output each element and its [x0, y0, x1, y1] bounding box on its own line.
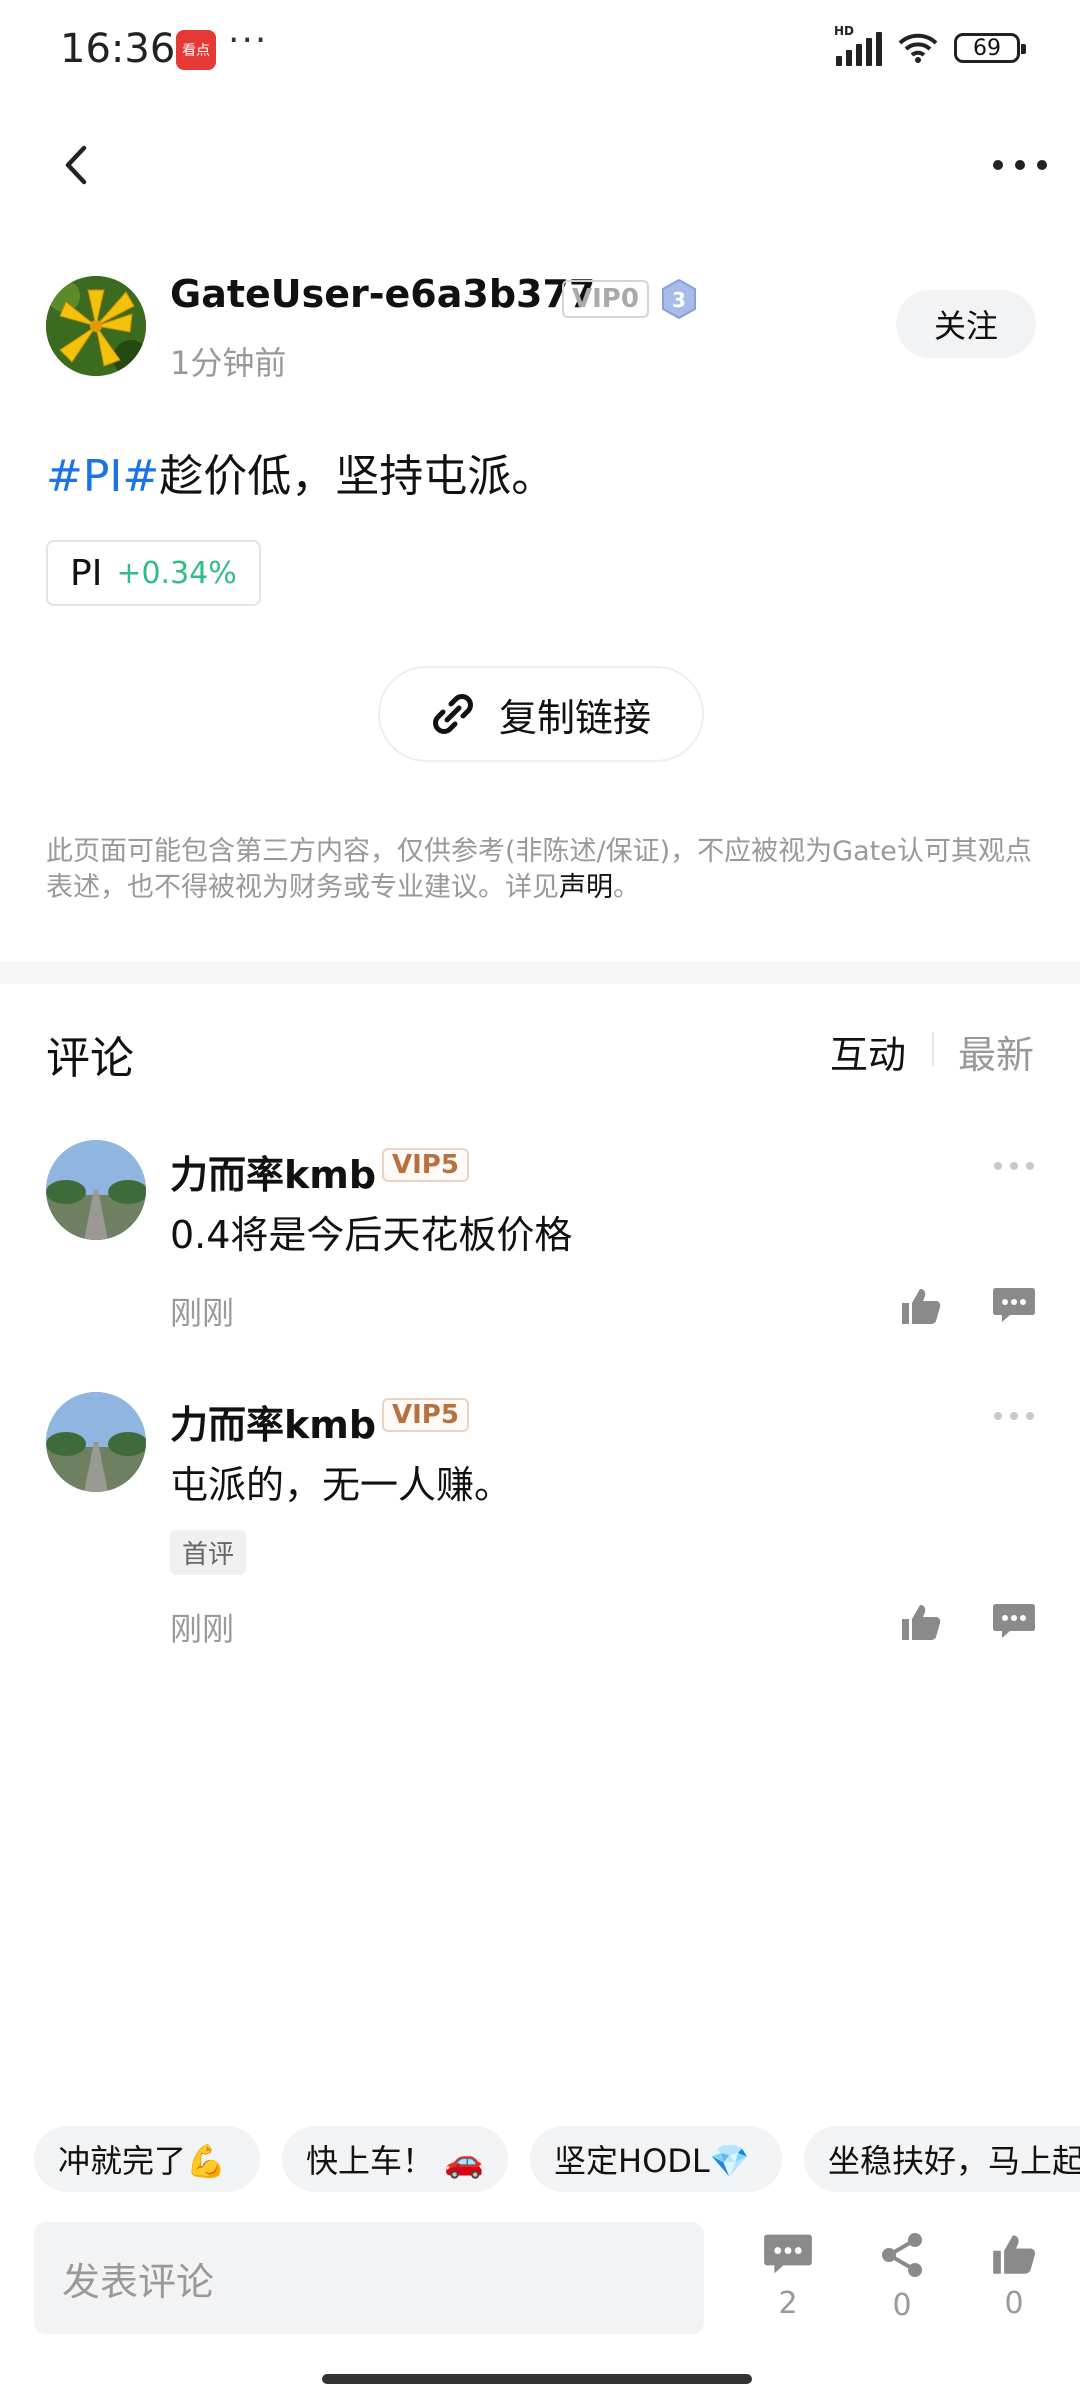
flower-avatar-image — [46, 276, 146, 376]
road-avatar-image — [46, 1392, 146, 1492]
first-comment-badge: 首评 — [170, 1530, 247, 1575]
coin-chip[interactable]: PI +0.34% — [46, 540, 261, 606]
post-time: 1分钟前 — [170, 344, 287, 382]
battery-icon: 69 — [954, 33, 1026, 63]
news-app-icon: 看点 — [176, 30, 216, 70]
share-count: 0 — [892, 2288, 912, 2323]
comments-title: 评论 — [46, 1033, 134, 1084]
topic-tag[interactable]: #PI# — [46, 451, 159, 502]
reply-icon[interactable] — [992, 1286, 1036, 1324]
quick-reply-chip[interactable]: 坚定HODL💎 — [530, 2126, 782, 2192]
share-button[interactable]: 0 — [862, 2232, 942, 2323]
wifi-icon — [898, 33, 938, 63]
tab-separator — [932, 1032, 934, 1066]
thumbs-up-icon[interactable] — [900, 1602, 942, 1642]
more-options-icon[interactable] — [990, 150, 1050, 180]
like-button[interactable]: 0 — [974, 2232, 1054, 2321]
comment-count-button[interactable]: 2 — [748, 2232, 828, 2321]
follow-button[interactable]: 关注 — [896, 290, 1036, 358]
link-icon — [433, 694, 473, 734]
disclaimer-end: 。 — [613, 872, 640, 903]
more-notifications-icon: ··· — [228, 20, 269, 61]
disclaimer-link[interactable]: 声明 — [559, 872, 613, 903]
level-badge-icon: 3 — [662, 278, 696, 320]
level-number: 3 — [672, 288, 686, 312]
commenter-avatar[interactable] — [46, 1392, 146, 1492]
commenter-name[interactable]: 力而率kmb — [170, 1394, 376, 1449]
thumbs-up-icon[interactable] — [900, 1286, 942, 1326]
battery-level: 69 — [973, 35, 1001, 61]
copy-link-label: 复制链接 — [498, 695, 651, 740]
road-avatar-image — [46, 1140, 146, 1240]
post-content: #PI#趁价低，坚持屯派。 — [46, 440, 555, 504]
home-indicator[interactable] — [322, 2374, 752, 2384]
vip-badge: VIP5 — [382, 1398, 469, 1432]
post-text: 趁价低，坚持屯派。 — [159, 451, 556, 502]
comment-text: 屯派的，无一人赚。 — [170, 1463, 513, 1507]
comment-time: 刚刚 — [170, 1610, 235, 1648]
copy-link-button[interactable]: 复制链接 — [378, 666, 704, 762]
signal-icon: HD — [834, 24, 882, 66]
quick-reply-chip[interactable]: 冲就完了💪 — [34, 2126, 260, 2192]
vip-badge: VIP0 — [562, 280, 649, 318]
status-time: 16:36 — [60, 26, 176, 72]
coin-change: +0.34% — [116, 555, 237, 591]
disclaimer-text: 此页面可能包含第三方内容，仅供参考(非陈述/保证)，不应被视为Gate认可其观点… — [46, 836, 1032, 903]
author-name[interactable]: GateUser-e6a3b377 — [170, 272, 595, 316]
reply-icon[interactable] — [992, 1602, 1036, 1640]
comment-icon — [764, 2234, 812, 2274]
comment-more-icon[interactable] — [992, 1410, 1036, 1422]
coin-symbol: PI — [70, 552, 103, 594]
section-divider — [0, 962, 1080, 984]
status-icons: HD 69 — [834, 24, 1026, 66]
back-button[interactable] — [52, 140, 102, 190]
share-icon — [882, 2233, 922, 2277]
quick-reply-chip[interactable]: 快上车！ 🚗 — [282, 2126, 508, 2192]
tab-latest[interactable]: 最新 — [958, 1024, 1034, 1079]
author-avatar[interactable] — [46, 276, 146, 376]
comment-more-icon[interactable] — [992, 1160, 1036, 1172]
comment-text: 0.4将是今后天花板价格 — [170, 1213, 573, 1257]
comment-input-placeholder: 发表评论 — [62, 2259, 215, 2304]
network-type: HD — [834, 24, 855, 38]
commenter-avatar[interactable] — [46, 1140, 146, 1240]
like-count: 0 — [1004, 2286, 1024, 2321]
thumbs-up-icon — [993, 2235, 1036, 2274]
quick-reply-chip[interactable]: 坐稳扶好，马上起 — [804, 2126, 1080, 2192]
commenter-name[interactable]: 力而率kmb — [170, 1144, 376, 1199]
comment-count: 2 — [778, 2286, 798, 2321]
comment-time: 刚刚 — [170, 1294, 235, 1332]
tab-interactive[interactable]: 互动 — [830, 1024, 906, 1079]
vip-badge: VIP5 — [382, 1148, 469, 1182]
comment-input[interactable]: 发表评论 — [34, 2222, 704, 2334]
disclaimer: 此页面可能包含第三方内容，仅供参考(非陈述/保证)，不应被视为Gate认可其观点… — [46, 834, 1036, 906]
